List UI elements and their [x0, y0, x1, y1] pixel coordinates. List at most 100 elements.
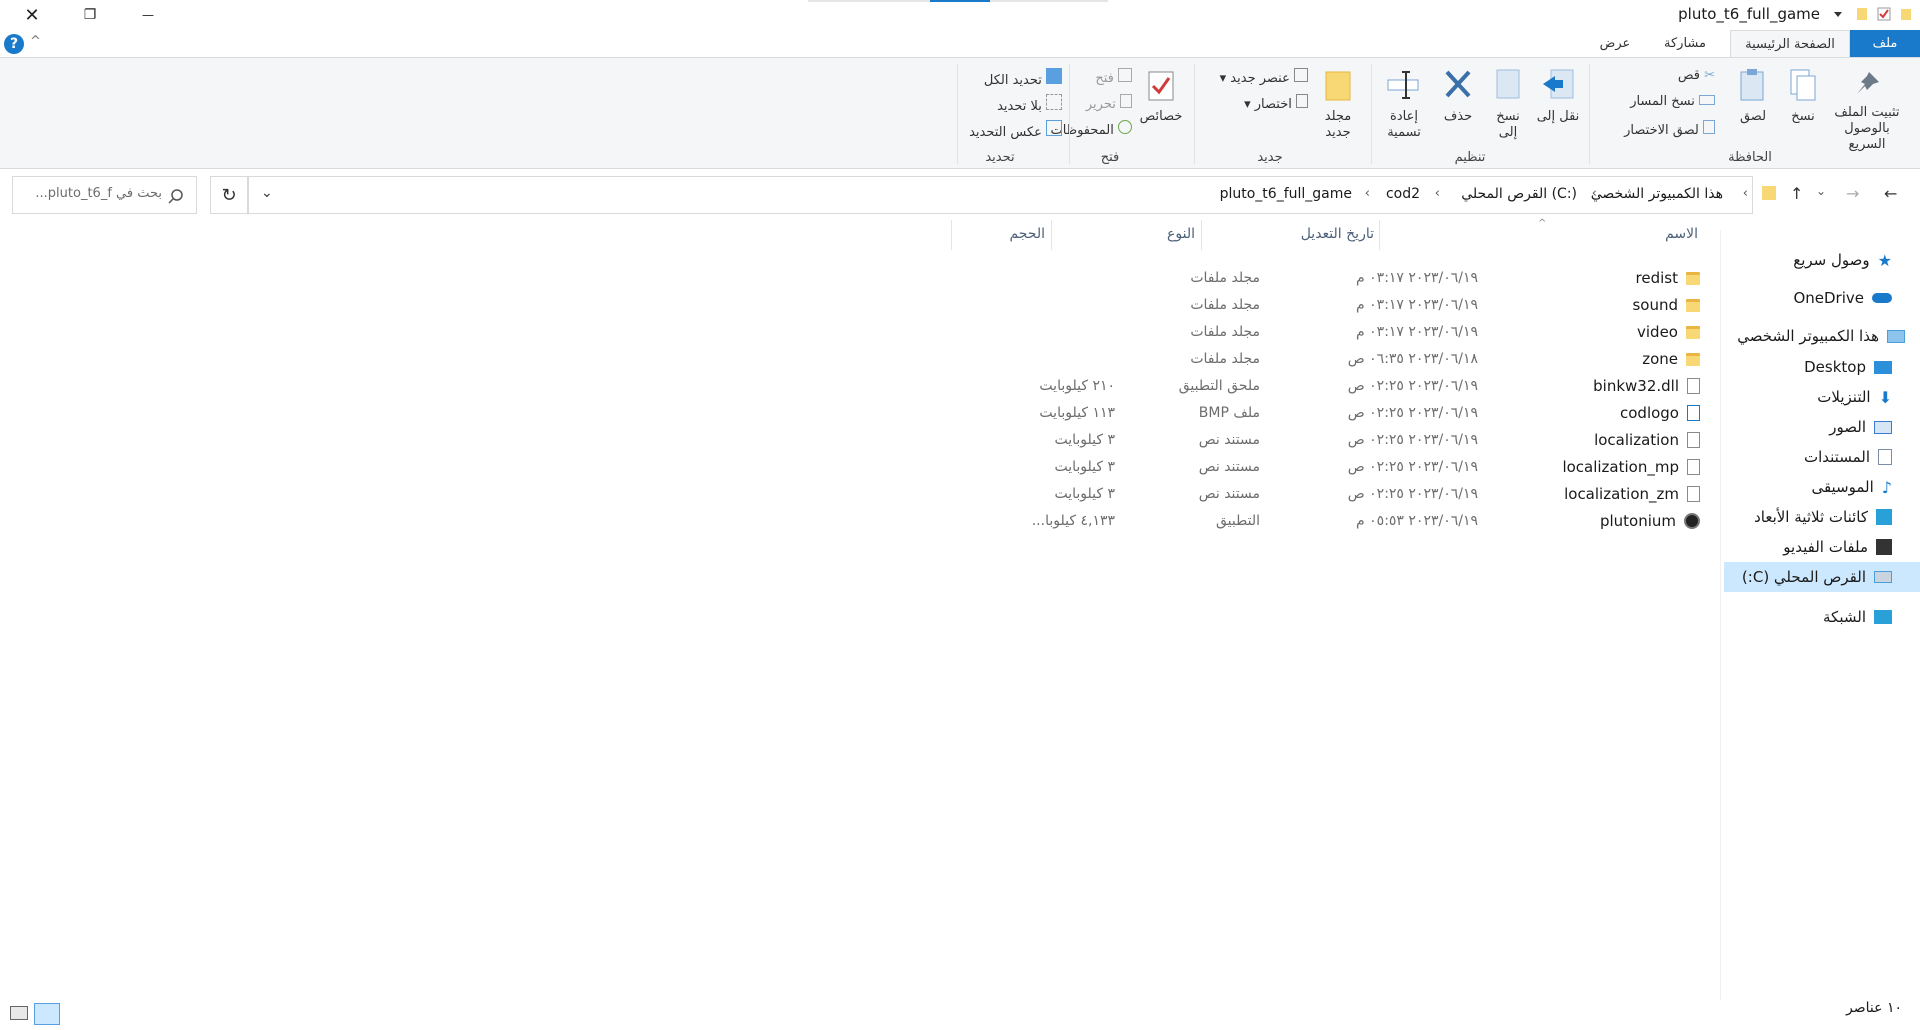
file-name[interactable]: video: [1637, 323, 1700, 341]
file-row[interactable]: binkw32.dll ٢٠٢٣/٠٦/١٩ ٠٢:٢٥ ص ملحق التطبي…: [940, 374, 1700, 400]
file-row[interactable]: localization_zm ٢٠٢٣/٠٦/١٩ ٠٢:٢٥ ص مستند ن…: [940, 482, 1700, 508]
file-row[interactable]: localization_mp ٢٠٢٣/٠٦/١٩ ٠٢:٢٥ ص مستند ن…: [940, 455, 1700, 481]
file-row[interactable]: redist ٢٠٢٣/٠٦/١٩ ٠٣:١٧ م مجلد ملفات: [940, 266, 1700, 292]
invert-selection-button[interactable]: عكس التحديد: [969, 120, 1062, 140]
paste-button[interactable]: لصق: [1733, 68, 1773, 125]
search-box[interactable]: بحث في pluto_t6_f...: [12, 176, 197, 214]
file-row[interactable]: sound ٢٠٢٣/٠٦/١٩ ٠٣:١٧ م مجلد ملفات: [940, 293, 1700, 319]
column-header-name[interactable]: الاسم: [1665, 226, 1698, 242]
paste-shortcut-button[interactable]: لصق الاختصار: [1624, 120, 1715, 138]
nav-network[interactable]: الشبكة: [1823, 602, 1892, 632]
nav-local-disk[interactable]: القرص المحلي (C:): [1724, 562, 1920, 592]
file-name[interactable]: localization_zm: [1564, 485, 1700, 503]
rename-button[interactable]: إعادة تسمية: [1380, 68, 1428, 141]
forward-button[interactable]: →: [1846, 184, 1859, 203]
file-row[interactable]: zone ٢٠٢٣/٠٦/١٨ ٠٦:٣٥ ص مجلد ملفات: [940, 347, 1700, 373]
file-name[interactable]: zone: [1642, 350, 1700, 368]
file-row[interactable]: video ٢٠٢٣/٠٦/١٩ ٠٣:١٧ م مجلد ملفات: [940, 320, 1700, 346]
file-row[interactable]: codlogo ٢٠٢٣/٠٦/١٩ ٠٢:٢٥ ص ملف BMP ١١٣ كيلو…: [940, 401, 1700, 427]
file-row[interactable]: plutonium ٢٠٢٣/٠٦/١٩ ٠٥:٥٣ م التطبيق ٤,١٣٣ …: [940, 509, 1700, 535]
edit-button[interactable]: تحرير: [1086, 94, 1132, 112]
nav-videos[interactable]: ملفات الفيديو: [1783, 532, 1892, 562]
file-name[interactable]: plutonium: [1600, 512, 1700, 530]
folder-icon: [1686, 271, 1700, 285]
breadcrumb-separator-icon[interactable]: ‹: [1743, 186, 1748, 201]
nav-desktop[interactable]: Desktop: [1804, 352, 1892, 382]
help-icon[interactable]: ?: [4, 34, 24, 54]
breadcrumb-local-disk[interactable]: القرص المحلي (C:): [1461, 186, 1577, 202]
list-view-button[interactable]: [34, 1003, 60, 1025]
breadcrumb-separator-icon[interactable]: ‹: [1435, 186, 1440, 201]
ribbon-separator: [1589, 64, 1590, 164]
copy-path-icon: [1699, 95, 1715, 105]
column-separator[interactable]: [1379, 220, 1380, 250]
nav-3d-objects[interactable]: كائنات ثلاثية الأبعاد: [1754, 502, 1892, 532]
column-header-size[interactable]: الحجم: [1009, 226, 1045, 242]
file-row[interactable]: localization ٢٠٢٣/٠٦/١٩ ٠٢:٢٥ ص مستند نص ٣ …: [940, 428, 1700, 454]
undo-dropdown-icon[interactable]: [1830, 6, 1846, 22]
file-name[interactable]: binkw32.dll: [1593, 377, 1700, 395]
tab-file[interactable]: ملف: [1850, 30, 1920, 58]
select-none-icon: [1046, 94, 1062, 110]
properties-button[interactable]: خصائص: [1137, 68, 1185, 125]
refresh-button[interactable]: ↻: [210, 176, 248, 214]
nav-documents[interactable]: المستندات: [1804, 442, 1892, 472]
file-type: التطبيق: [1216, 513, 1260, 529]
nav-onedrive[interactable]: OneDrive: [1793, 283, 1892, 313]
address-bar[interactable]: ⌄ pluto_t6_full_game ‹ cod2 ‹ القرص المح…: [248, 176, 1753, 214]
file-size: ٣ كيلوبايت: [1054, 432, 1115, 448]
breadcrumb-this-pc[interactable]: هذا الكمبيوتر الشخصي: [1591, 186, 1723, 202]
close-button[interactable]: ✕: [4, 0, 60, 30]
select-group-label: تحديد: [985, 150, 1015, 165]
delete-button[interactable]: حذف: [1436, 68, 1480, 125]
file-name[interactable]: codlogo: [1620, 404, 1700, 422]
properties-quick-icon[interactable]: [1876, 6, 1892, 22]
column-header-modified[interactable]: تاريخ التعديل: [1301, 226, 1374, 242]
breadcrumb-cod2[interactable]: cod2: [1386, 186, 1420, 202]
nav-pictures[interactable]: الصور: [1829, 412, 1892, 442]
nav-downloads[interactable]: ⬇ التنزيلات: [1817, 382, 1892, 412]
tab-home[interactable]: الصفحة الرئيسية: [1730, 30, 1850, 58]
move-to-button[interactable]: نقل إلى: [1536, 68, 1580, 125]
new-folder-quick-icon[interactable]: [1854, 6, 1870, 22]
nav-music[interactable]: ♪ الموسيقى: [1811, 472, 1892, 502]
open-button[interactable]: فتح: [1095, 68, 1132, 86]
history-button[interactable]: المحفوظات: [1051, 120, 1132, 138]
nav-quick-access[interactable]: ★ وصول سريع: [1793, 245, 1892, 275]
breadcrumb-current-folder[interactable]: pluto_t6_full_game: [1220, 186, 1352, 202]
address-history-dropdown-icon[interactable]: ⌄: [261, 185, 273, 201]
copy-to-button[interactable]: نسخ إلى: [1486, 68, 1530, 141]
folder-quick-icon: [1901, 9, 1911, 20]
tab-view[interactable]: عرض: [1585, 30, 1645, 58]
details-view-button[interactable]: [10, 1006, 28, 1020]
select-none-button[interactable]: بلا تحديد: [997, 94, 1062, 114]
cut-button[interactable]: ✂ قص: [1678, 68, 1715, 83]
copy-button[interactable]: نسخ: [1783, 68, 1823, 125]
column-separator[interactable]: [1051, 220, 1052, 250]
new-item-button[interactable]: عنصر جديد ▾: [1220, 68, 1308, 86]
easy-access-button[interactable]: اختصار ▾: [1244, 94, 1308, 112]
file-name[interactable]: localization_mp: [1562, 458, 1700, 476]
minimize-button[interactable]: —: [120, 0, 176, 30]
collapse-ribbon-icon[interactable]: ^: [30, 34, 41, 49]
column-header-type[interactable]: النوع: [1167, 226, 1195, 242]
minimize-icon: —: [142, 8, 154, 22]
breadcrumb-separator-icon[interactable]: ‹: [1365, 186, 1370, 201]
nav-this-pc[interactable]: هذا الكمبيوتر الشخصي: [1737, 321, 1905, 351]
maximize-icon: ❐: [83, 7, 97, 23]
file-name[interactable]: sound: [1632, 296, 1700, 314]
tab-share[interactable]: مشاركة: [1650, 30, 1720, 58]
recent-locations-icon[interactable]: ⌄: [1816, 184, 1826, 198]
select-all-button[interactable]: تحديد الكل: [984, 68, 1062, 88]
file-name[interactable]: localization: [1594, 431, 1700, 449]
back-button[interactable]: ←: [1884, 184, 1897, 203]
documents-icon: [1878, 449, 1892, 465]
column-separator[interactable]: [1201, 220, 1202, 250]
copy-path-button[interactable]: نسخ المسار: [1630, 94, 1715, 109]
column-separator[interactable]: [951, 220, 952, 250]
maximize-button[interactable]: ❐: [62, 0, 118, 30]
up-button[interactable]: ↑: [1790, 184, 1803, 203]
pin-quick-access-button[interactable]: تثبيت الملف بالوصول السريع: [1832, 68, 1902, 153]
new-folder-button[interactable]: مجلد جديد: [1316, 68, 1360, 141]
file-name[interactable]: redist: [1636, 269, 1700, 287]
